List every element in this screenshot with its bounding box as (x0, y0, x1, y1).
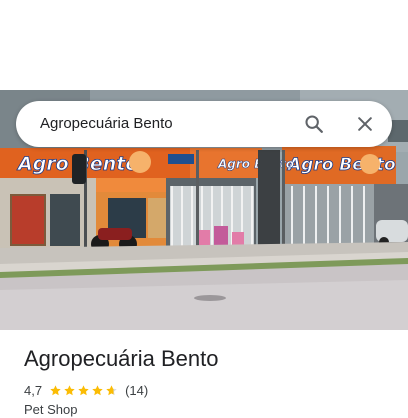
place-category: Pet Shop (24, 402, 78, 417)
close-icon[interactable] (353, 112, 377, 136)
review-count[interactable]: (14) (125, 383, 148, 398)
star-rating (49, 384, 119, 397)
star-icon (50, 384, 61, 395)
search-bar[interactable]: Agropecuária Bento (16, 101, 392, 147)
star-icon (78, 384, 89, 395)
star-icon (106, 384, 117, 395)
rating-row[interactable]: 4,7 (14) (24, 381, 148, 399)
star-icon (64, 384, 75, 395)
search-input[interactable]: Agropecuária Bento (40, 115, 173, 132)
search-icon[interactable] (302, 112, 326, 136)
place-title: Agropecuária Bento (24, 346, 219, 371)
rating-value: 4,7 (24, 382, 43, 398)
star-icon (92, 384, 103, 395)
